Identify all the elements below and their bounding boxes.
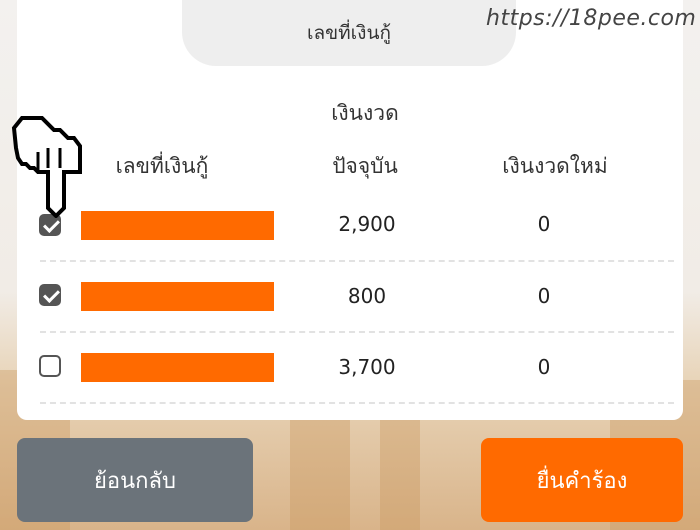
new-installment-value: 0 [537, 355, 551, 379]
new-installment-value: 0 [537, 284, 551, 308]
loan-number-redacted [81, 211, 274, 240]
row-checkbox[interactable] [39, 284, 61, 306]
back-button[interactable]: ย้อนกลับ [17, 438, 253, 522]
table-row: 3,700 0 [17, 333, 683, 403]
loan-number-redacted [81, 282, 274, 311]
column-header-loan-number: เลขที่เงินกู้ [115, 154, 209, 178]
current-installment-value: 2,900 [338, 212, 396, 236]
column-header-current-installment-line2: ปัจจุบัน [332, 154, 398, 178]
loan-number-redacted [81, 353, 274, 382]
column-header-new-installment: เงินงวดใหม่ [502, 154, 608, 178]
row-divider [40, 402, 674, 404]
row-checkbox[interactable] [39, 355, 61, 377]
submit-request-button[interactable]: ยื่นคำร้อง [481, 438, 683, 522]
current-installment-value: 800 [347, 284, 387, 308]
table-row: 2,900 0 [17, 190, 683, 260]
table-row: 800 0 [17, 262, 683, 332]
column-header-current-installment-line1: เงินงวด [331, 101, 399, 125]
watermark: https://18pee.com [486, 6, 697, 31]
page-title: เลขที่เงินกู้ [182, 0, 516, 66]
background-building [290, 410, 350, 530]
new-installment-value: 0 [537, 212, 551, 236]
hand-pointer-icon [11, 116, 82, 218]
current-installment-value: 3,700 [338, 355, 396, 379]
